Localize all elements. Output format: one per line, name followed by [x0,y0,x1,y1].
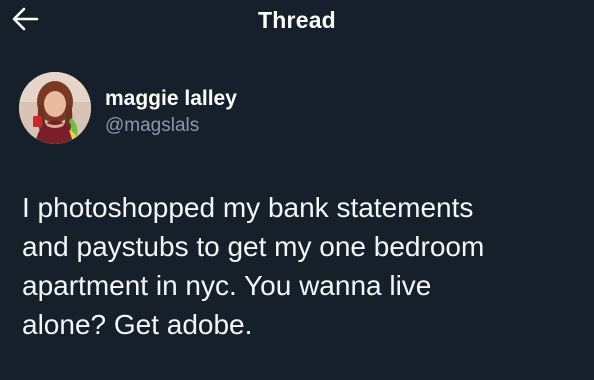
tweet-text: I photoshopped my bank statements and pa… [22,192,485,340]
top-bar: Thread [0,0,594,46]
author-display-name[interactable]: maggie lalley [105,87,237,111]
author-handle[interactable]: @magslals [105,115,199,137]
profile-photo [19,72,91,144]
page-title: Thread [258,7,336,33]
avatar[interactable] [19,72,91,144]
